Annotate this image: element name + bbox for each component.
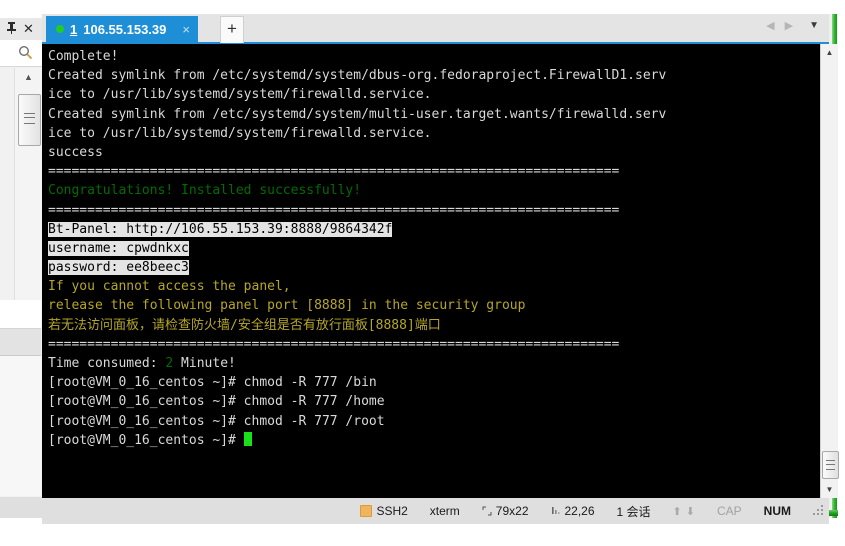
terminal-command-line-2: [root@VM_0_16_centos ~]# chmod -R 777 /h… [48,392,772,411]
terminal-command-line-3: [root@VM_0_16_centos ~]# chmod -R 777 /r… [48,412,772,431]
terminal-line-l16: ========================================… [48,335,772,354]
triangle-up-icon[interactable]: ▲ [821,44,838,61]
tab-session-1[interactable]: 1 106.55.153.39 × [46,16,198,42]
cursor-position-icon [551,506,561,516]
status-protocol: SSH2 [360,504,407,518]
dock-bottom-strip [0,497,42,518]
tab-nav-controls: ◀ ▶ ▼ [766,19,819,33]
status-screen-size: 79x22 [482,504,529,518]
pin-icon[interactable] [4,21,19,37]
triangle-up-icon[interactable]: ▲ [15,68,42,86]
left-dock-panel: ✕ ▲ ▼ [0,18,42,515]
search-icon [18,45,33,60]
time-consumed-prefix: Time consumed: [48,356,165,371]
terminal-line-l9: ========================================… [48,201,772,220]
status-caps-lock: CAP [717,504,742,518]
terminal-line-l15: 若无法访问面板，请检查防火墙/安全组是否有放行面板[8888]端口 [48,316,772,335]
terminal-line-l1: Complete! [48,47,772,66]
tab-index: 1 [70,22,77,37]
status-terminal-type: xterm [430,504,460,518]
terminal-line-text: release the following panel port [8888] … [48,298,525,313]
lock-icon [360,505,372,517]
pin-glyph [5,21,18,35]
tab-scroll-right-icon[interactable]: ▶ [785,19,793,33]
grip-lines [826,460,835,470]
terminal-line-text: Bt-Panel: http://106.55.153.39:8888/9864… [48,222,392,237]
terminal-command-line-1: [root@VM_0_16_centos ~]# chmod -R 777 /b… [48,373,772,392]
status-transfer-indicators: ⬆ ⬇ [673,505,695,518]
resize-grip-icon[interactable] [813,505,825,517]
dock-search-button[interactable] [0,40,42,67]
session-active-dot-icon [56,25,64,33]
shell-prompt: [root@VM_0_16_centos ~]# [48,414,244,429]
terminal-cursor [244,432,252,446]
shell-command: chmod -R 777 /bin [244,375,377,390]
status-cursor-pos: 22,26 [551,504,595,518]
terminal-line-l2: Created symlink from /etc/systemd/system… [48,66,772,85]
status-caps-label: CAP [717,504,742,518]
terminal-line-l4: Created symlink from /etc/systemd/system… [48,105,772,124]
dock-header: ✕ [0,18,42,41]
shell-prompt: [root@VM_0_16_centos ~]# [48,433,244,448]
dock-section-c [0,356,41,496]
dock-close-icon[interactable]: ✕ [21,21,36,37]
terminal-output-area[interactable]: Complete!Created symlink from /etc/syste… [42,44,829,498]
terminal-line-text: username: cpwdnkxc [48,241,189,256]
status-session-count: 1 会话 [617,503,651,520]
terminal-line-text: password: ee8beec3 [48,260,189,275]
tab-close-icon[interactable]: × [182,23,190,36]
tab-title: 106.55.153.39 [83,22,166,37]
shell-prompt: [root@VM_0_16_centos ~]# [48,375,244,390]
terminal-text: Complete!Created symlink from /etc/syste… [48,47,772,450]
tab-bar: 1 106.55.153.39 × + ◀ ▶ ▼ [42,14,829,44]
dock-scrollbar[interactable]: ▲ ▼ [14,68,42,318]
terminal-scrollbar[interactable]: ▲ ▼ [820,44,838,498]
terminal-line-text: If you cannot access the panel, [48,279,291,294]
terminal-line-l13: If you cannot access the panel, [48,277,772,296]
terminal-line-l5: ice to /usr/lib/systemd/system/firewalld… [48,124,772,143]
status-num-lock: NUM [764,504,791,518]
new-tab-button[interactable]: + [220,16,244,43]
terminal-line-l12: password: ee8beec3 [48,258,772,277]
dock-section-a [0,300,41,329]
terminal-line-text: Congratulations! Installed successfully! [48,183,361,198]
screen-size-icon [482,506,492,516]
tab-scroll-left-icon[interactable]: ◀ [766,19,774,33]
triangle-down-icon[interactable]: ▼ [821,481,838,498]
terminal-scrollbar-thumb[interactable] [822,451,839,479]
terminal-line-l14: release the following panel port [8888] … [48,296,772,315]
time-consumed-suffix: Minute! [173,356,236,371]
status-bar: SSH2 xterm 79x22 22,26 [42,498,829,524]
chevron-down-icon[interactable]: ▼ [809,19,819,33]
terminal-window: 1 106.55.153.39 × + ◀ ▶ ▼ Complete!Creat… [42,14,838,518]
status-terminal-type-label: xterm [430,504,460,518]
terminal-line-l7: ========================================… [48,162,772,181]
upload-arrow-icon: ⬆ [673,505,682,518]
dock-section-b [0,329,41,356]
terminal-line-l11: username: cpwdnkxc [48,239,772,258]
shell-command: chmod -R 777 /home [244,394,385,409]
shell-command: chmod -R 777 /root [244,414,385,429]
status-screen-size-label: 79x22 [496,504,529,518]
status-cursor-pos-label: 22,26 [565,504,595,518]
app-root: ✕ ▲ ▼ 1 106.55.1 [0,0,845,546]
status-num-label: NUM [764,504,791,518]
download-arrow-icon: ⬇ [686,505,695,518]
dock-scrollbar-thumb[interactable] [18,94,41,146]
shell-prompt: [root@VM_0_16_centos ~]# [48,394,244,409]
terminal-active-prompt-line[interactable]: [root@VM_0_16_centos ~]# [48,431,772,450]
terminal-line-time-consumed: Time consumed: 2 Minute! [48,354,772,373]
terminal-line-text: 若无法访问面板，请检查防火墙/安全组是否有放行面板[8888]端口 [48,318,441,333]
status-session-count-label: 1 会话 [617,503,651,520]
status-protocol-label: SSH2 [376,504,407,518]
terminal-line-l3: ice to /usr/lib/systemd/system/firewalld… [48,85,772,104]
terminal-line-l6: success [48,143,772,162]
grip-lines [24,113,35,124]
terminal-line-l10: Bt-Panel: http://106.55.153.39:8888/9864… [48,220,772,239]
terminal-line-l8: Congratulations! Installed successfully! [48,181,772,200]
